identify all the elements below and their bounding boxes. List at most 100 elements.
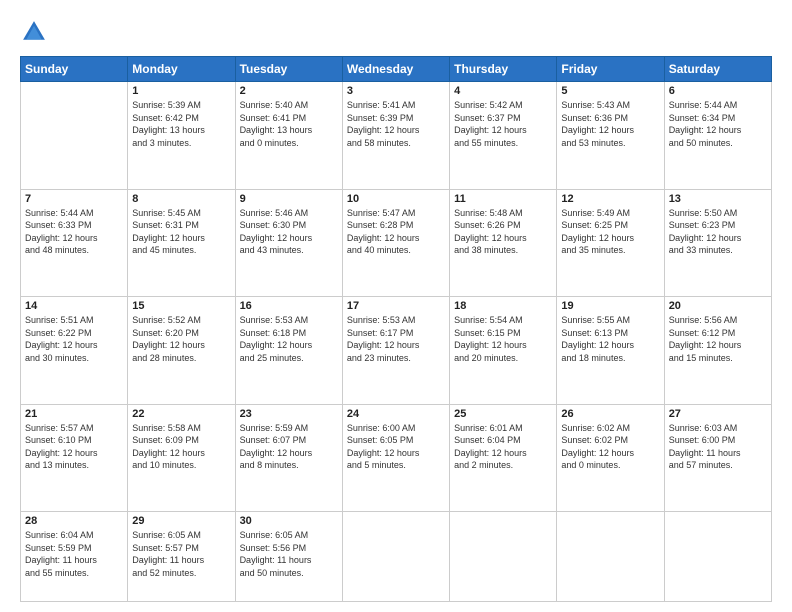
day-number: 28 — [25, 515, 123, 527]
calendar-cell: 30Sunrise: 6:05 AM Sunset: 5:56 PM Dayli… — [235, 512, 342, 602]
day-of-week-header: Wednesday — [342, 57, 449, 82]
calendar-cell: 18 Sunrise: 5:54 AM Sunset: 6:15 PM Dayli… — [450, 297, 557, 405]
day-number: 7 — [25, 193, 123, 205]
day-info: Sunrise: 5:44 AM Sunset: 6:34 PM Dayligh… — [669, 99, 767, 149]
calendar-week-row: 7 Sunrise: 5:44 AM Sunset: 6:33 PM Daylig… — [21, 189, 772, 297]
day-of-week-header: Thursday — [450, 57, 557, 82]
day-number: 25 — [454, 408, 552, 420]
calendar-cell: 15 Sunrise: 5:52 AM Sunset: 6:20 PM Dayli… — [128, 297, 235, 405]
day-info: Sunrise: 5:53 AM Sunset: 6:17 PM Dayligh… — [347, 314, 445, 364]
day-number: 27 — [669, 408, 767, 420]
day-number: 30 — [240, 515, 338, 527]
calendar-cell — [450, 512, 557, 602]
calendar-cell: 5 Sunrise: 5:43 AM Sunset: 6:36 PM Daylig… — [557, 82, 664, 190]
calendar-cell: 24 Sunrise: 6:00 AM Sunset: 6:05 PM Dayli… — [342, 404, 449, 512]
day-info: Sunrise: 5:43 AM Sunset: 6:36 PM Dayligh… — [561, 99, 659, 149]
calendar-cell — [664, 512, 771, 602]
day-info: Sunrise: 6:05 AM Sunset: 5:57 PM Dayligh… — [132, 529, 230, 579]
calendar-header-row: SundayMondayTuesdayWednesdayThursdayFrid… — [21, 57, 772, 82]
day-info: Sunrise: 5:59 AM Sunset: 6:07 PM Dayligh… — [240, 422, 338, 472]
day-number: 1 — [132, 85, 230, 97]
day-of-week-header: Sunday — [21, 57, 128, 82]
day-info: Sunrise: 5:46 AM Sunset: 6:30 PM Dayligh… — [240, 207, 338, 257]
day-number: 5 — [561, 85, 659, 97]
calendar-cell: 2 Sunrise: 5:40 AM Sunset: 6:41 PM Daylig… — [235, 82, 342, 190]
day-of-week-header: Monday — [128, 57, 235, 82]
day-info: Sunrise: 6:02 AM Sunset: 6:02 PM Dayligh… — [561, 422, 659, 472]
day-number: 24 — [347, 408, 445, 420]
day-number: 16 — [240, 300, 338, 312]
calendar-cell: 12 Sunrise: 5:49 AM Sunset: 6:25 PM Dayli… — [557, 189, 664, 297]
header — [20, 18, 772, 46]
day-info: Sunrise: 6:04 AM Sunset: 5:59 PM Dayligh… — [25, 529, 123, 579]
day-info: Sunrise: 5:51 AM Sunset: 6:22 PM Dayligh… — [25, 314, 123, 364]
calendar-cell: 28 Sunrise: 6:04 AM Sunset: 5:59 PM Dayli… — [21, 512, 128, 602]
day-number: 6 — [669, 85, 767, 97]
day-number: 26 — [561, 408, 659, 420]
calendar-cell: 9 Sunrise: 5:46 AM Sunset: 6:30 PM Daylig… — [235, 189, 342, 297]
calendar-cell: 8 Sunrise: 5:45 AM Sunset: 6:31 PM Daylig… — [128, 189, 235, 297]
calendar-cell: 27 Sunrise: 6:03 AM Sunset: 6:00 PM Dayli… — [664, 404, 771, 512]
day-number: 9 — [240, 193, 338, 205]
day-info: Sunrise: 5:49 AM Sunset: 6:25 PM Dayligh… — [561, 207, 659, 257]
day-info: Sunrise: 5:52 AM Sunset: 6:20 PM Dayligh… — [132, 314, 230, 364]
day-info: Sunrise: 5:41 AM Sunset: 6:39 PM Dayligh… — [347, 99, 445, 149]
day-number: 3 — [347, 85, 445, 97]
calendar-cell: 13 Sunrise: 5:50 AM Sunset: 6:23 PM Dayli… — [664, 189, 771, 297]
day-number: 8 — [132, 193, 230, 205]
day-info: Sunrise: 5:53 AM Sunset: 6:18 PM Dayligh… — [240, 314, 338, 364]
day-of-week-header: Saturday — [664, 57, 771, 82]
day-info: Sunrise: 5:50 AM Sunset: 6:23 PM Dayligh… — [669, 207, 767, 257]
day-of-week-header: Friday — [557, 57, 664, 82]
day-info: Sunrise: 5:54 AM Sunset: 6:15 PM Dayligh… — [454, 314, 552, 364]
day-info: Sunrise: 6:01 AM Sunset: 6:04 PM Dayligh… — [454, 422, 552, 472]
day-info: Sunrise: 5:58 AM Sunset: 6:09 PM Dayligh… — [132, 422, 230, 472]
day-number: 14 — [25, 300, 123, 312]
day-number: 4 — [454, 85, 552, 97]
day-info: Sunrise: 5:55 AM Sunset: 6:13 PM Dayligh… — [561, 314, 659, 364]
day-number: 19 — [561, 300, 659, 312]
calendar-cell: 22 Sunrise: 5:58 AM Sunset: 6:09 PM Dayli… — [128, 404, 235, 512]
day-info: Sunrise: 5:56 AM Sunset: 6:12 PM Dayligh… — [669, 314, 767, 364]
page: SundayMondayTuesdayWednesdayThursdayFrid… — [0, 0, 792, 612]
day-info: Sunrise: 5:44 AM Sunset: 6:33 PM Dayligh… — [25, 207, 123, 257]
day-info: Sunrise: 6:00 AM Sunset: 6:05 PM Dayligh… — [347, 422, 445, 472]
calendar-cell: 21Sunrise: 5:57 AM Sunset: 6:10 PM Dayli… — [21, 404, 128, 512]
day-number: 15 — [132, 300, 230, 312]
calendar-cell: 19 Sunrise: 5:55 AM Sunset: 6:13 PM Dayli… — [557, 297, 664, 405]
day-number: 22 — [132, 408, 230, 420]
calendar-week-row: 28 Sunrise: 6:04 AM Sunset: 5:59 PM Dayli… — [21, 512, 772, 602]
day-number: 13 — [669, 193, 767, 205]
calendar-cell: 10 Sunrise: 5:47 AM Sunset: 6:28 PM Dayli… — [342, 189, 449, 297]
calendar-cell: 4 Sunrise: 5:42 AM Sunset: 6:37 PM Daylig… — [450, 82, 557, 190]
day-info: Sunrise: 5:39 AM Sunset: 6:42 PM Dayligh… — [132, 99, 230, 149]
calendar-cell: 7 Sunrise: 5:44 AM Sunset: 6:33 PM Daylig… — [21, 189, 128, 297]
calendar-cell — [21, 82, 128, 190]
day-info: Sunrise: 5:42 AM Sunset: 6:37 PM Dayligh… — [454, 99, 552, 149]
day-number: 29 — [132, 515, 230, 527]
calendar-cell: 25 Sunrise: 6:01 AM Sunset: 6:04 PM Dayli… — [450, 404, 557, 512]
calendar-week-row: 21Sunrise: 5:57 AM Sunset: 6:10 PM Dayli… — [21, 404, 772, 512]
calendar-cell — [557, 512, 664, 602]
day-number: 2 — [240, 85, 338, 97]
calendar-cell: 3 Sunrise: 5:41 AM Sunset: 6:39 PM Daylig… — [342, 82, 449, 190]
day-number: 11 — [454, 193, 552, 205]
day-number: 23 — [240, 408, 338, 420]
day-number: 12 — [561, 193, 659, 205]
day-number: 17 — [347, 300, 445, 312]
calendar-cell: 11Sunrise: 5:48 AM Sunset: 6:26 PM Dayli… — [450, 189, 557, 297]
day-of-week-header: Tuesday — [235, 57, 342, 82]
calendar-cell: 16 Sunrise: 5:53 AM Sunset: 6:18 PM Dayli… — [235, 297, 342, 405]
day-info: Sunrise: 5:45 AM Sunset: 6:31 PM Dayligh… — [132, 207, 230, 257]
calendar-cell: 26 Sunrise: 6:02 AM Sunset: 6:02 PM Dayli… — [557, 404, 664, 512]
day-number: 20 — [669, 300, 767, 312]
day-number: 10 — [347, 193, 445, 205]
calendar-week-row: 14 Sunrise: 5:51 AM Sunset: 6:22 PM Dayli… — [21, 297, 772, 405]
day-info: Sunrise: 5:57 AM Sunset: 6:10 PM Dayligh… — [25, 422, 123, 472]
day-info: Sunrise: 5:47 AM Sunset: 6:28 PM Dayligh… — [347, 207, 445, 257]
calendar-cell: 20 Sunrise: 5:56 AM Sunset: 6:12 PM Dayli… — [664, 297, 771, 405]
calendar-cell: 23 Sunrise: 5:59 AM Sunset: 6:07 PM Dayli… — [235, 404, 342, 512]
day-info: Sunrise: 6:03 AM Sunset: 6:00 PM Dayligh… — [669, 422, 767, 472]
day-number: 18 — [454, 300, 552, 312]
day-info: Sunrise: 5:40 AM Sunset: 6:41 PM Dayligh… — [240, 99, 338, 149]
